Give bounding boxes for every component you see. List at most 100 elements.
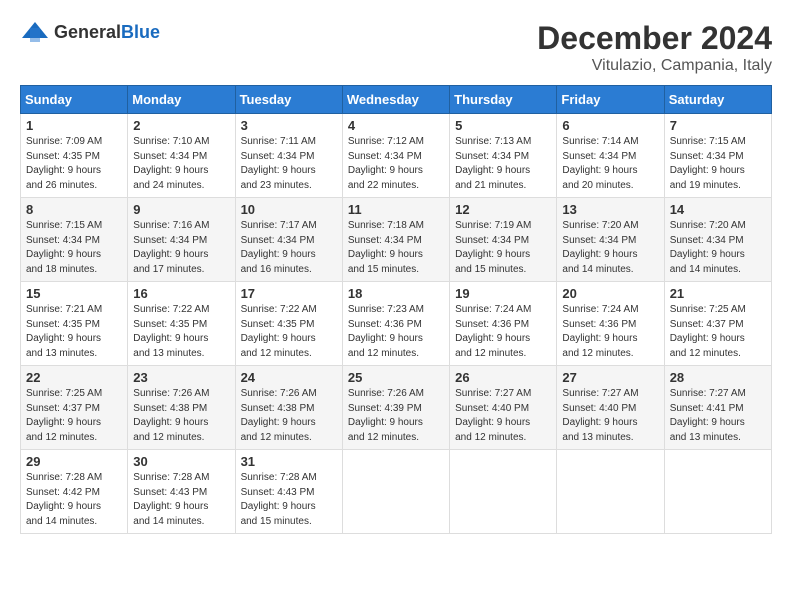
day-info: Sunrise: 7:11 AMSunset: 4:34 PMDaylight:… bbox=[241, 135, 337, 193]
day-info: Sunrise: 7:10 AMSunset: 4:34 PMDaylight:… bbox=[133, 135, 229, 193]
day-number: 8 bbox=[26, 202, 122, 217]
day-info: Sunrise: 7:28 AMSunset: 4:43 PMDaylight:… bbox=[241, 471, 337, 529]
day-number: 27 bbox=[562, 370, 658, 385]
day-number: 7 bbox=[670, 118, 766, 133]
header-monday: Monday bbox=[128, 86, 235, 114]
calendar-week-row: 1 Sunrise: 7:09 AMSunset: 4:35 PMDaylight… bbox=[21, 114, 772, 198]
table-row: 23 Sunrise: 7:26 AMSunset: 4:38 PMDayligh… bbox=[128, 366, 235, 450]
day-number: 18 bbox=[348, 286, 444, 301]
day-number: 14 bbox=[670, 202, 766, 217]
table-row: 25 Sunrise: 7:26 AMSunset: 4:39 PMDayligh… bbox=[342, 366, 449, 450]
day-number: 26 bbox=[455, 370, 551, 385]
table-row: 21 Sunrise: 7:25 AMSunset: 4:37 PMDayligh… bbox=[664, 282, 771, 366]
day-info: Sunrise: 7:16 AMSunset: 4:34 PMDaylight:… bbox=[133, 219, 229, 277]
table-row: 4 Sunrise: 7:12 AMSunset: 4:34 PMDaylight… bbox=[342, 114, 449, 198]
day-info: Sunrise: 7:18 AMSunset: 4:34 PMDaylight:… bbox=[348, 219, 444, 277]
table-row: 10 Sunrise: 7:17 AMSunset: 4:34 PMDayligh… bbox=[235, 198, 342, 282]
day-info: Sunrise: 7:15 AMSunset: 4:34 PMDaylight:… bbox=[26, 219, 122, 277]
day-info: Sunrise: 7:24 AMSunset: 4:36 PMDaylight:… bbox=[562, 303, 658, 361]
table-row bbox=[450, 450, 557, 534]
day-info: Sunrise: 7:21 AMSunset: 4:35 PMDaylight:… bbox=[26, 303, 122, 361]
day-info: Sunrise: 7:20 AMSunset: 4:34 PMDaylight:… bbox=[562, 219, 658, 277]
day-info: Sunrise: 7:14 AMSunset: 4:34 PMDaylight:… bbox=[562, 135, 658, 193]
table-row: 28 Sunrise: 7:27 AMSunset: 4:41 PMDayligh… bbox=[664, 366, 771, 450]
day-info: Sunrise: 7:27 AMSunset: 4:41 PMDaylight:… bbox=[670, 387, 766, 445]
day-number: 11 bbox=[348, 202, 444, 217]
table-row: 17 Sunrise: 7:22 AMSunset: 4:35 PMDayligh… bbox=[235, 282, 342, 366]
logo: GeneralBlue bbox=[20, 20, 160, 44]
calendar-header-row: Sunday Monday Tuesday Wednesday Thursday… bbox=[21, 86, 772, 114]
location-title: Vitulazio, Campania, Italy bbox=[537, 57, 772, 75]
table-row: 16Sunrise: 7:22 AMSunset: 4:35 PMDayligh… bbox=[128, 282, 235, 366]
day-info: Sunrise: 7:27 AMSunset: 4:40 PMDaylight:… bbox=[562, 387, 658, 445]
calendar-week-row: 22Sunrise: 7:25 AMSunset: 4:37 PMDayligh… bbox=[21, 366, 772, 450]
table-row: 9 Sunrise: 7:16 AMSunset: 4:34 PMDaylight… bbox=[128, 198, 235, 282]
logo-text: GeneralBlue bbox=[54, 22, 160, 43]
day-number: 5 bbox=[455, 118, 551, 133]
day-info: Sunrise: 7:26 AMSunset: 4:38 PMDaylight:… bbox=[133, 387, 229, 445]
day-number: 25 bbox=[348, 370, 444, 385]
calendar-week-row: 15 Sunrise: 7:21 AMSunset: 4:35 PMDayligh… bbox=[21, 282, 772, 366]
logo-general: General bbox=[54, 22, 121, 42]
table-row: 19Sunrise: 7:24 AMSunset: 4:36 PMDayligh… bbox=[450, 282, 557, 366]
day-number: 1 bbox=[26, 118, 122, 133]
table-row: 22Sunrise: 7:25 AMSunset: 4:37 PMDayligh… bbox=[21, 366, 128, 450]
table-row: 7 Sunrise: 7:15 AMSunset: 4:34 PMDaylight… bbox=[664, 114, 771, 198]
day-number: 20 bbox=[562, 286, 658, 301]
day-number: 22 bbox=[26, 370, 122, 385]
day-info: Sunrise: 7:27 AMSunset: 4:40 PMDaylight:… bbox=[455, 387, 551, 445]
header-saturday: Saturday bbox=[664, 86, 771, 114]
table-row: 8 Sunrise: 7:15 AMSunset: 4:34 PMDaylight… bbox=[21, 198, 128, 282]
header-sunday: Sunday bbox=[21, 86, 128, 114]
header-thursday: Thursday bbox=[450, 86, 557, 114]
header-tuesday: Tuesday bbox=[235, 86, 342, 114]
day-info: Sunrise: 7:17 AMSunset: 4:34 PMDaylight:… bbox=[241, 219, 337, 277]
day-number: 23 bbox=[133, 370, 229, 385]
day-info: Sunrise: 7:26 AMSunset: 4:39 PMDaylight:… bbox=[348, 387, 444, 445]
table-row: 5 Sunrise: 7:13 AMSunset: 4:34 PMDaylight… bbox=[450, 114, 557, 198]
day-number: 6 bbox=[562, 118, 658, 133]
day-info: Sunrise: 7:20 AMSunset: 4:34 PMDaylight:… bbox=[670, 219, 766, 277]
day-number: 10 bbox=[241, 202, 337, 217]
day-number: 2 bbox=[133, 118, 229, 133]
table-row: 26 Sunrise: 7:27 AMSunset: 4:40 PMDayligh… bbox=[450, 366, 557, 450]
table-row: 30Sunrise: 7:28 AMSunset: 4:43 PMDayligh… bbox=[128, 450, 235, 534]
day-info: Sunrise: 7:22 AMSunset: 4:35 PMDaylight:… bbox=[241, 303, 337, 361]
logo-icon bbox=[20, 20, 50, 44]
day-info: Sunrise: 7:24 AMSunset: 4:36 PMDaylight:… bbox=[455, 303, 551, 361]
table-row: 14 Sunrise: 7:20 AMSunset: 4:34 PMDayligh… bbox=[664, 198, 771, 282]
day-number: 9 bbox=[133, 202, 229, 217]
table-row bbox=[664, 450, 771, 534]
day-number: 28 bbox=[670, 370, 766, 385]
day-info: Sunrise: 7:12 AMSunset: 4:34 PMDaylight:… bbox=[348, 135, 444, 193]
table-row: 1 Sunrise: 7:09 AMSunset: 4:35 PMDaylight… bbox=[21, 114, 128, 198]
table-row: 29Sunrise: 7:28 AMSunset: 4:42 PMDayligh… bbox=[21, 450, 128, 534]
page-header: GeneralBlue December 2024 Vitulazio, Cam… bbox=[20, 20, 772, 75]
day-number: 4 bbox=[348, 118, 444, 133]
table-row: 2 Sunrise: 7:10 AMSunset: 4:34 PMDaylight… bbox=[128, 114, 235, 198]
table-row: 3 Sunrise: 7:11 AMSunset: 4:34 PMDaylight… bbox=[235, 114, 342, 198]
calendar-table: Sunday Monday Tuesday Wednesday Thursday… bbox=[20, 85, 772, 534]
header-wednesday: Wednesday bbox=[342, 86, 449, 114]
day-number: 21 bbox=[670, 286, 766, 301]
day-info: Sunrise: 7:15 AMSunset: 4:34 PMDaylight:… bbox=[670, 135, 766, 193]
day-info: Sunrise: 7:09 AMSunset: 4:35 PMDaylight:… bbox=[26, 135, 122, 193]
day-info: Sunrise: 7:26 AMSunset: 4:38 PMDaylight:… bbox=[241, 387, 337, 445]
day-info: Sunrise: 7:23 AMSunset: 4:36 PMDaylight:… bbox=[348, 303, 444, 361]
table-row: 31 Sunrise: 7:28 AMSunset: 4:43 PMDayligh… bbox=[235, 450, 342, 534]
day-number: 13 bbox=[562, 202, 658, 217]
table-row: 20 Sunrise: 7:24 AMSunset: 4:36 PMDayligh… bbox=[557, 282, 664, 366]
calendar-week-row: 8 Sunrise: 7:15 AMSunset: 4:34 PMDaylight… bbox=[21, 198, 772, 282]
table-row: 12Sunrise: 7:19 AMSunset: 4:34 PMDayligh… bbox=[450, 198, 557, 282]
day-number: 15 bbox=[26, 286, 122, 301]
day-info: Sunrise: 7:25 AMSunset: 4:37 PMDaylight:… bbox=[670, 303, 766, 361]
table-row: 6 Sunrise: 7:14 AMSunset: 4:34 PMDaylight… bbox=[557, 114, 664, 198]
day-info: Sunrise: 7:13 AMSunset: 4:34 PMDaylight:… bbox=[455, 135, 551, 193]
day-number: 17 bbox=[241, 286, 337, 301]
day-number: 30 bbox=[133, 454, 229, 469]
table-row: 11 Sunrise: 7:18 AMSunset: 4:34 PMDayligh… bbox=[342, 198, 449, 282]
day-number: 3 bbox=[241, 118, 337, 133]
table-row bbox=[557, 450, 664, 534]
header-friday: Friday bbox=[557, 86, 664, 114]
day-number: 31 bbox=[241, 454, 337, 469]
